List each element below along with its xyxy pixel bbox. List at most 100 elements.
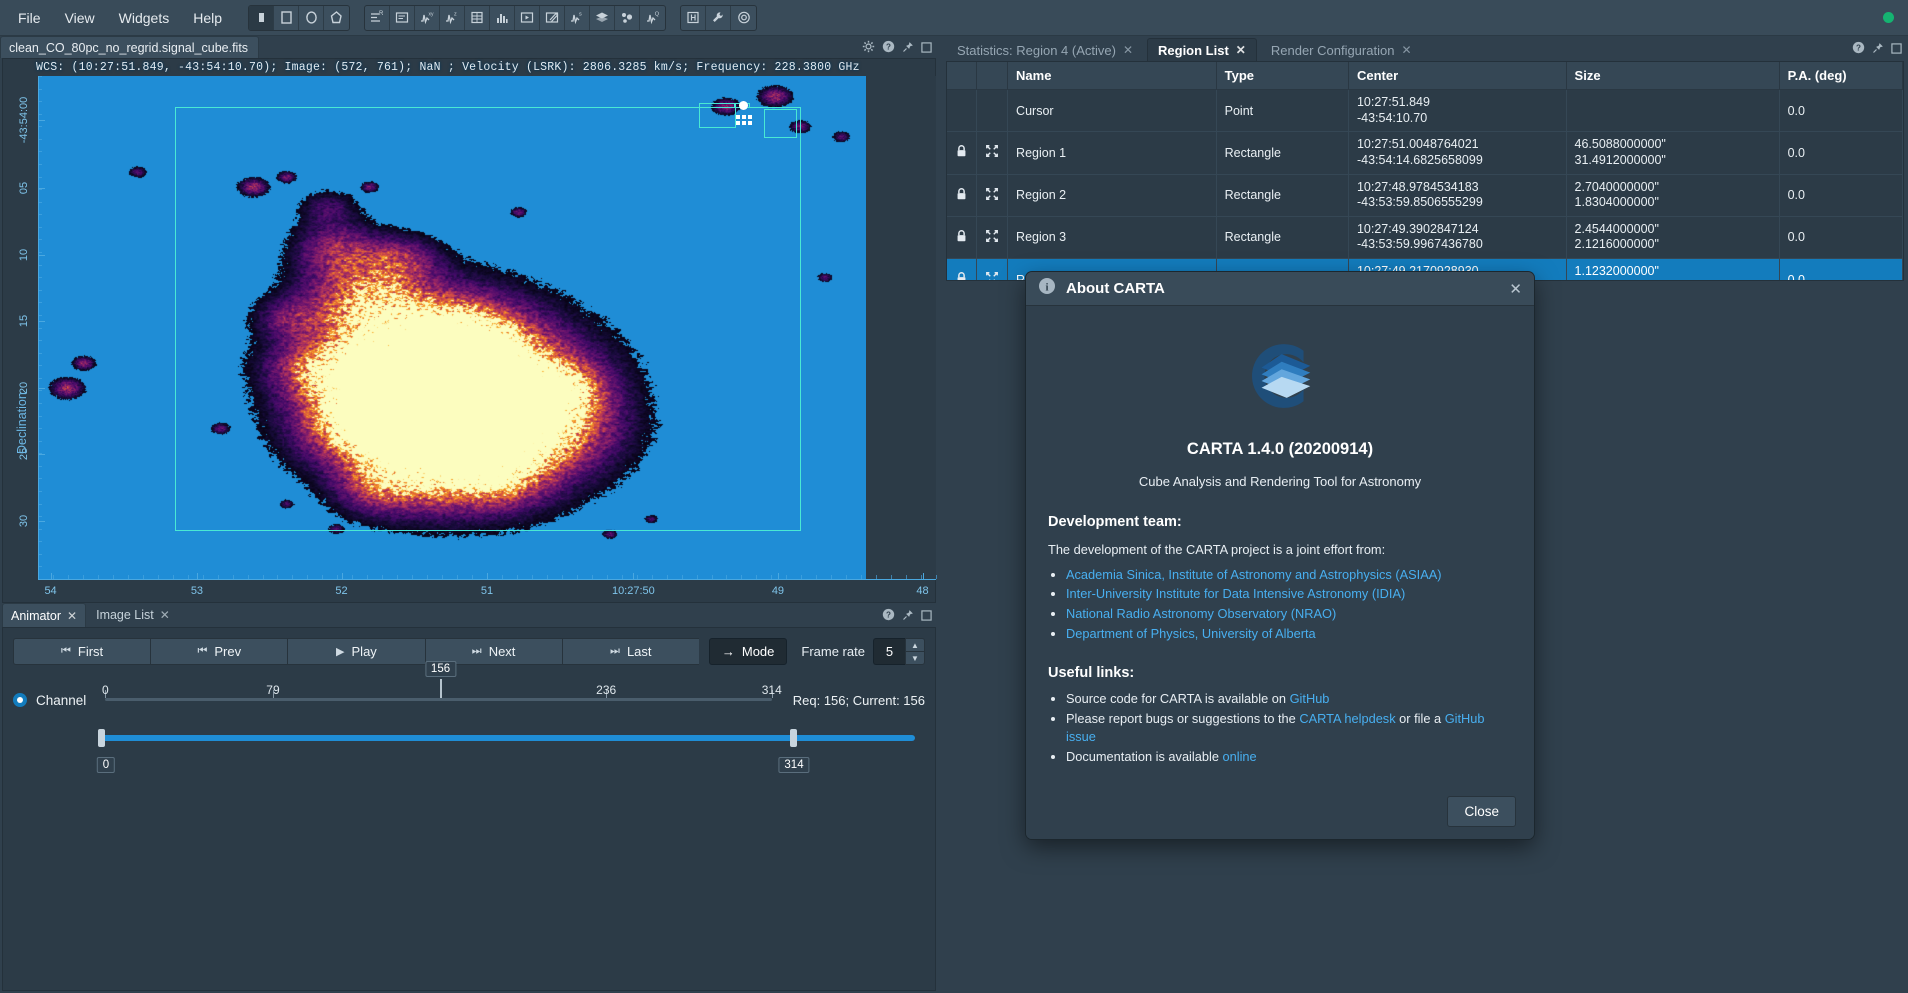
log-tool-icon[interactable] [540,5,566,30]
pin-icon[interactable] [902,609,914,625]
tab-region-list[interactable]: Region List ✕ [1147,38,1257,62]
channel-slider[interactable]: 0 79 236 314 156 [102,661,782,713]
close-icon[interactable]: ✕ [1509,280,1522,298]
header-center[interactable]: Center [1348,62,1567,90]
channel-radio[interactable] [13,693,27,707]
close-icon[interactable]: ✕ [1401,43,1411,57]
help-icon[interactable]: ? [882,608,895,625]
image-plot-area[interactable]: 54 53 52 51 10:27:50 49 48 -43:54:00 05 10 15 20 25… [18,76,937,625]
row-name-cell[interactable]: Region 1 [1007,131,1217,175]
prev-frame-button[interactable]: ⏮ Prev [150,638,288,665]
table-row[interactable]: Region 1 Rectangle 10:27:51.0048764021 -43:… [947,131,1903,175]
useful-link[interactable]: GitHub [1290,691,1330,706]
development-team-link[interactable]: Department of Physics, University of Alb… [1066,626,1316,641]
close-button[interactable]: Close [1447,795,1516,827]
range-max-knob[interactable] [790,729,797,747]
development-team-link[interactable]: National Radio Astronomy Observatory (NR… [1066,606,1336,621]
statistics-tool-icon[interactable] [465,5,491,30]
close-icon[interactable]: ✕ [67,609,77,623]
range-min-knob[interactable] [98,729,105,747]
menu-widgets[interactable]: Widgets [107,5,182,31]
ellipse-region-tool-icon[interactable] [299,5,325,30]
gear-icon[interactable] [862,40,875,57]
play-button[interactable]: ▶ Play [287,638,425,665]
first-frame-button[interactable]: ⏮ First [13,638,151,665]
row-lock-cell[interactable] [947,258,977,280]
move-icon[interactable] [985,187,999,204]
image-canvas-frame[interactable]: WCS: (10:27:51.849, -43:54:10.70); Image… [2,58,937,625]
close-icon[interactable]: ✕ [1123,43,1133,57]
pin-icon[interactable] [902,41,914,57]
header-pa[interactable]: P.A. (deg) [1779,62,1903,90]
pin-icon[interactable] [1872,42,1884,58]
lock-icon[interactable] [955,144,968,161]
stokes-profiler-tool-icon[interactable]: s [565,5,591,30]
channel-value-handle[interactable]: 156 [424,661,457,677]
row-name-cell[interactable]: Region 2 [1007,174,1217,217]
histogram-tool-icon[interactable] [490,5,516,30]
framerate-decrement-icon[interactable]: ▼ [904,651,925,665]
table-row[interactable]: Region 2 Rectangle 10:27:48.9784534183 -43:… [947,174,1903,217]
row-name-cell[interactable]: Cursor [1007,89,1217,133]
development-team-link[interactable]: Inter-University Institute for Data Inte… [1066,586,1405,601]
lock-icon[interactable] [955,229,968,246]
rectangle-region-tool-icon[interactable] [274,5,300,30]
row-lock-cell[interactable] [947,174,977,217]
headers-tool-icon[interactable]: H [681,5,707,30]
maximize-icon[interactable] [921,609,932,625]
spectral-line-query-tool-icon[interactable]: Q [640,6,665,30]
table-row[interactable]: Cursor Point 10:27:51.849 -43:54:10.70 0.0 [947,89,1903,133]
row-move-cell[interactable] [976,89,1009,133]
file-info-tool-icon[interactable] [390,5,416,30]
point-region-tool-icon[interactable] [249,5,275,30]
useful-link[interactable]: online [1223,749,1257,764]
row-move-cell[interactable] [976,258,1009,280]
menu-view[interactable]: View [53,5,107,31]
useful-link[interactable]: CARTA helpdesk [1299,711,1395,726]
row-lock-cell[interactable] [947,131,977,175]
region-list-table-container[interactable]: Name Type Center Size P.A. (deg) Cursor P… [946,61,1904,281]
spatial-profiler-tool-icon[interactable]: xy [415,5,441,30]
image-tab[interactable]: clean_CO_80pc_no_regrid.signal_cube.fits [0,36,260,58]
framerate-input[interactable] [872,638,905,665]
catalog-tool-icon[interactable] [615,5,641,30]
help-icon[interactable]: ? [882,40,895,57]
row-move-cell[interactable] [976,216,1009,260]
region-list-tool-icon[interactable]: R [365,5,391,30]
framerate-stepper[interactable]: ▲ ▼ [872,638,925,665]
tab-statistics[interactable]: Statistics: Region 4 (Active) ✕ [946,38,1144,62]
last-frame-button[interactable]: ⏭ Last [561,638,699,665]
move-icon[interactable] [985,229,999,246]
row-name-cell[interactable]: Region 3 [1007,216,1217,260]
channel-range-slider[interactable]: 0 314 [13,727,925,781]
animator-tool-icon[interactable] [515,5,541,30]
channel-track[interactable] [105,698,772,701]
playback-mode-button[interactable]: → Mode [708,638,788,665]
lock-icon[interactable] [955,271,968,280]
row-move-cell[interactable] [976,174,1009,217]
header-type[interactable]: Type [1216,62,1349,90]
tab-animator[interactable]: Animator ✕ [2,603,87,627]
move-icon[interactable] [985,144,999,161]
close-icon[interactable]: ✕ [160,608,170,622]
tab-image-list[interactable]: Image List ✕ [88,603,178,627]
row-move-cell[interactable] [976,131,1009,175]
about-carta-dialog[interactable]: i About CARTA ✕ CARTA 1.4.0 (20200914) C… [1026,272,1534,839]
framerate-increment-icon[interactable]: ▲ [904,638,925,651]
header-name[interactable]: Name [1007,62,1217,90]
tab-render-configuration[interactable]: Render Configuration ✕ [1260,38,1423,62]
development-team-link[interactable]: Academia Sinica, Institute of Astronomy … [1066,567,1442,582]
framerate-spin-buttons[interactable]: ▲ ▼ [904,638,925,665]
target-tool-icon[interactable] [731,6,756,30]
raster-image[interactable] [38,76,866,579]
maximize-icon[interactable] [921,41,932,57]
menu-help[interactable]: Help [181,5,234,31]
lock-icon[interactable] [955,187,968,204]
channel-handle-bar[interactable] [439,679,442,698]
row-lock-cell[interactable] [947,89,977,133]
layer-list-tool-icon[interactable] [590,5,616,30]
move-icon[interactable] [985,271,999,280]
row-lock-cell[interactable] [947,216,977,260]
polygon-region-tool-icon[interactable] [324,6,349,30]
region-resize-handles[interactable] [736,115,752,125]
